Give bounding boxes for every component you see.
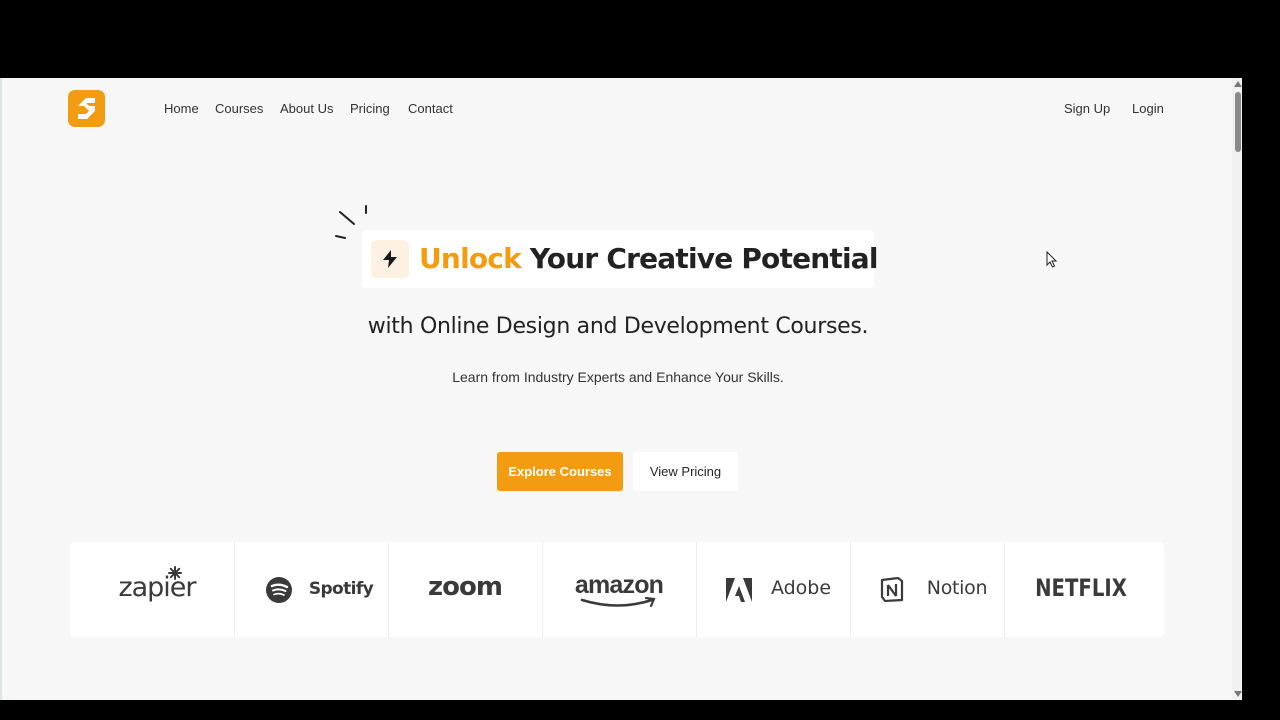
brand-name-netflix: NETFLIX bbox=[1035, 574, 1127, 602]
partner-logo-zapier: zapier bbox=[80, 542, 235, 637]
partner-logo-amazon: amazon bbox=[542, 542, 697, 637]
brand-logo[interactable] bbox=[68, 90, 105, 127]
hero-tagline: Learn from Industry Experts and Enhance … bbox=[452, 369, 784, 385]
hero-headline-accent: Unlock bbox=[419, 242, 522, 275]
partner-logo-zoom: zoom bbox=[388, 542, 543, 637]
scroll-down-arrow-icon[interactable] bbox=[1234, 691, 1242, 697]
bolt-badge bbox=[371, 240, 409, 278]
lightning-bolt-icon bbox=[383, 250, 397, 268]
brand-logo-icon bbox=[78, 98, 95, 119]
navbar: Home Courses About Us Pricing Contact Si… bbox=[2, 78, 1230, 142]
hero-headline-rest: Your Creative Potential bbox=[520, 242, 879, 275]
login-link[interactable]: Login bbox=[1132, 101, 1164, 116]
amazon-smile-icon bbox=[580, 597, 656, 608]
partner-logo-netflix: NETFLIX bbox=[1004, 542, 1158, 637]
nav-link-courses[interactable]: Courses bbox=[215, 101, 263, 116]
partner-logo-adobe: Adobe bbox=[696, 542, 851, 637]
brand-name-amazon: amazon bbox=[574, 571, 664, 599]
explore-courses-button[interactable]: Explore Courses bbox=[497, 452, 623, 491]
mouse-cursor-icon bbox=[1046, 251, 1058, 268]
hero-headline: Unlock Your Creative Potential bbox=[419, 240, 878, 278]
partner-logos-strip: zapier Spotify zoom amazon Adobe Notion … bbox=[70, 542, 1164, 637]
nav-link-about-us[interactable]: About Us bbox=[280, 101, 333, 116]
hero-subheadline: with Online Design and Development Cours… bbox=[367, 314, 869, 339]
partner-logo-spotify: Spotify bbox=[234, 542, 389, 637]
nav-link-home[interactable]: Home bbox=[164, 101, 199, 116]
scroll-up-arrow-icon[interactable] bbox=[1234, 81, 1242, 87]
scrollbar-thumb[interactable] bbox=[1235, 92, 1241, 152]
partner-logo-notion: Notion bbox=[850, 542, 1005, 637]
sign-up-link[interactable]: Sign Up bbox=[1064, 101, 1110, 116]
view-pricing-button[interactable]: View Pricing bbox=[633, 452, 738, 491]
nav-link-pricing[interactable]: Pricing bbox=[350, 101, 390, 116]
hero-headline-box: Unlock Your Creative Potential bbox=[362, 230, 878, 288]
vertical-scrollbar[interactable] bbox=[1232, 78, 1242, 700]
nav-link-contact[interactable]: Contact bbox=[408, 101, 453, 116]
browser-viewport: Home Courses About Us Pricing Contact Si… bbox=[0, 78, 1242, 700]
brand-name-zoom: zoom bbox=[428, 572, 503, 602]
brand-name-zapier: zapier bbox=[118, 572, 196, 603]
